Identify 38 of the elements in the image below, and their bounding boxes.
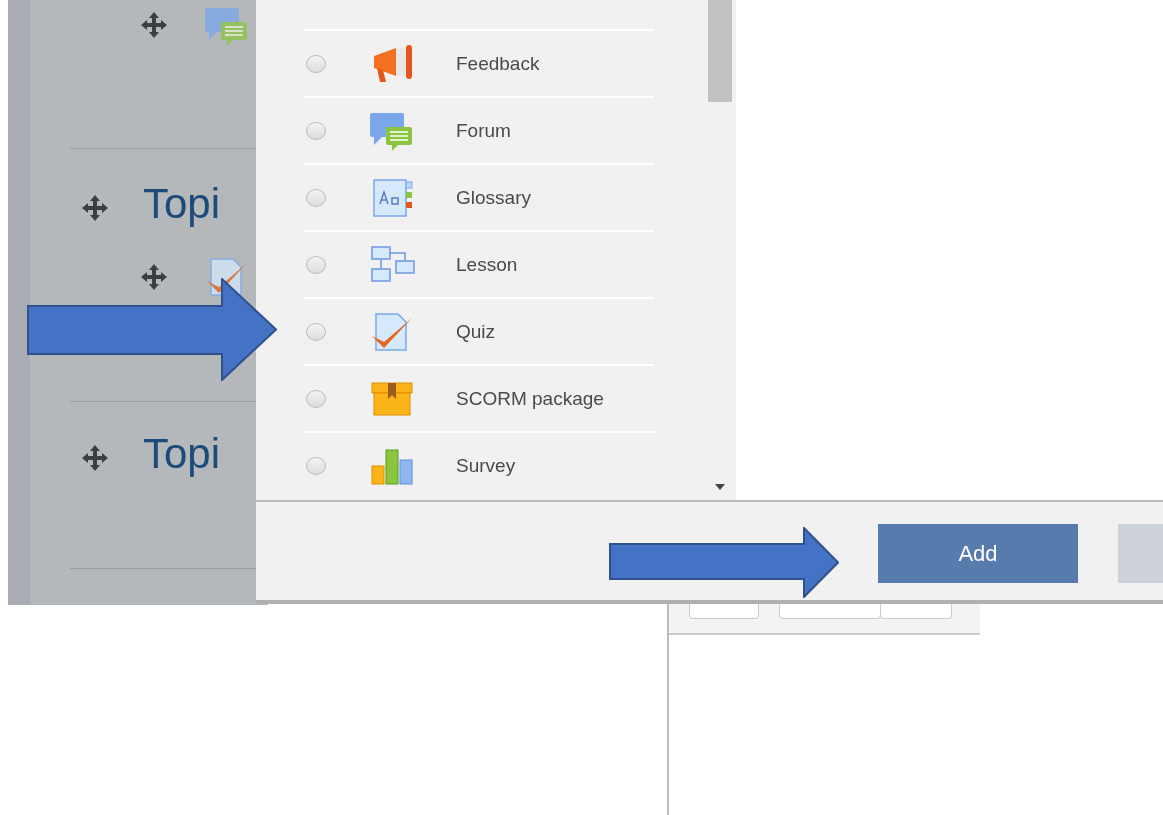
checked-document-icon <box>372 313 412 351</box>
chat-bubbles-icon <box>370 113 412 151</box>
radio-button[interactable] <box>306 323 326 341</box>
activity-label: Survey <box>456 455 516 477</box>
chat-bubbles-icon <box>205 8 247 46</box>
radio-button[interactable] <box>306 457 326 475</box>
move-icon[interactable] <box>139 10 169 40</box>
move-icon[interactable] <box>139 262 169 292</box>
bar-chart-icon <box>371 449 413 485</box>
add-button[interactable]: Add <box>878 524 1078 583</box>
scroll-down-icon[interactable] <box>715 484 725 490</box>
radio-button[interactable] <box>306 256 326 274</box>
activity-option[interactable]: Feedback <box>304 29 654 97</box>
activity-label: Glossary <box>456 187 531 209</box>
package-icon <box>371 382 413 416</box>
activity-label: Lesson <box>456 254 518 276</box>
secondary-button[interactable] <box>1118 524 1163 583</box>
activity-option[interactable]: Quiz <box>304 297 654 365</box>
activity-label: SCORM package <box>456 388 604 410</box>
activity-label: Feedback <box>456 53 540 75</box>
activity-option[interactable]: Glossary <box>304 163 654 231</box>
radio-button[interactable] <box>306 122 326 140</box>
topic-title: Topi <box>143 183 221 225</box>
radio-button[interactable] <box>306 55 326 73</box>
scroll-thumb[interactable] <box>708 0 732 102</box>
activity-option[interactable]: Lesson <box>304 230 654 298</box>
move-icon[interactable] <box>80 193 110 223</box>
glossary-icon <box>373 179 413 217</box>
activity-option[interactable]: Forum <box>304 96 654 164</box>
flowchart-icon <box>371 246 415 282</box>
megaphone-icon <box>374 45 412 82</box>
radio-button[interactable] <box>306 189 326 207</box>
activity-label: Forum <box>456 120 511 142</box>
radio-button[interactable] <box>306 390 326 408</box>
activity-label: Quiz <box>456 321 496 343</box>
topic-title: Topi <box>143 433 221 475</box>
activity-option[interactable]: SCORM package <box>304 364 654 432</box>
move-icon[interactable] <box>80 443 110 473</box>
